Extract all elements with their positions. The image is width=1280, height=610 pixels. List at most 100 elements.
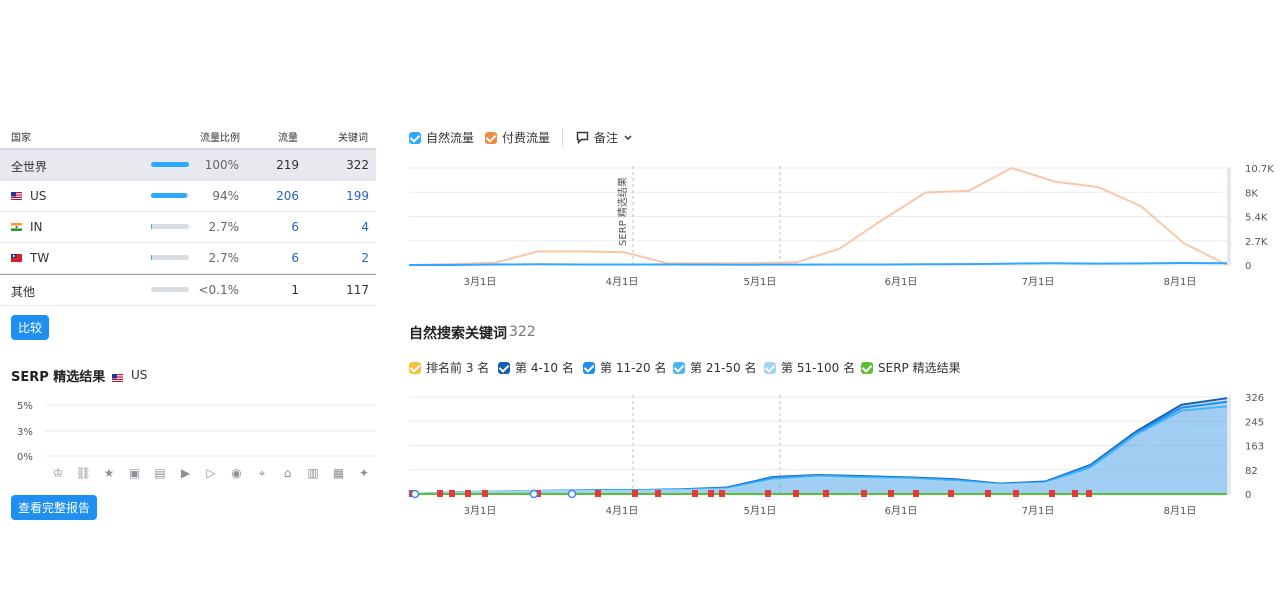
notes-dropdown[interactable]: 备注 <box>576 129 633 146</box>
table-row[interactable]: US 94% 206 199 <box>0 181 376 212</box>
compare-button[interactable]: 比较 <box>11 315 50 340</box>
country-label: IN <box>30 220 43 234</box>
table-row[interactable]: TW 2.7% 6 2 <box>0 243 376 274</box>
legend-paid[interactable]: 付费流量 <box>485 129 550 146</box>
kw-legend-label: 第 51-100 名 <box>781 361 856 375</box>
google-update-flag-icon[interactable] <box>595 490 601 497</box>
google-icon[interactable] <box>529 489 539 499</box>
share-bar <box>151 287 189 292</box>
x-tick-label: 4月1日 <box>606 505 639 517</box>
star-icon[interactable]: ★ <box>101 466 117 480</box>
kw-legend-item[interactable]: SERP 精选结果 <box>861 359 961 376</box>
serp-annotation: SERP 精选结果 <box>616 177 629 246</box>
share-bar-fill <box>151 224 153 229</box>
country-name[interactable]: IN <box>11 220 43 234</box>
kw-legend-item[interactable]: 第 4-10 名 <box>498 359 574 376</box>
table-row[interactable]: 全世界 100% 219 322 <box>0 150 376 181</box>
google-update-flag-icon[interactable] <box>632 490 638 497</box>
serp-ytick-0: 0% <box>17 452 33 463</box>
share-value: 2.7% <box>208 251 240 265</box>
serp-ytick-5: 5% <box>17 401 33 412</box>
checkbox-icon <box>409 131 421 144</box>
play-icon[interactable]: ◉ <box>229 466 245 480</box>
google-update-flag-icon[interactable] <box>823 490 829 497</box>
google-update-flag-icon[interactable] <box>1013 490 1019 497</box>
country-name: 其他 <box>11 283 35 300</box>
google-update-flag-icon[interactable] <box>1072 490 1078 497</box>
google-update-flag-icon[interactable] <box>692 490 698 497</box>
google-update-flag-icon[interactable] <box>708 490 714 497</box>
google-update-flag-icon[interactable] <box>437 490 443 497</box>
y-tick-label: 0 <box>1245 490 1251 501</box>
share-bar <box>151 224 189 229</box>
keywords-title: 自然搜索关键词 <box>409 326 507 342</box>
traffic-value[interactable]: 6 <box>291 220 299 234</box>
google-update-flag-icon[interactable] <box>449 490 455 497</box>
serp-country[interactable]: US <box>112 368 147 382</box>
keywords-value[interactable]: 199 <box>346 189 369 203</box>
header-country: 国家 <box>11 133 31 144</box>
x-tick-label: 7月1日 <box>1022 505 1055 517</box>
location-icon[interactable]: ⌖ <box>254 466 270 481</box>
traffic-value[interactable]: 6 <box>291 251 299 265</box>
crown-icon[interactable]: ♔ <box>50 466 66 480</box>
google-update-flag-icon[interactable] <box>482 490 488 497</box>
google-update-flag-icon[interactable] <box>1086 490 1092 497</box>
google-update-flag-icon[interactable] <box>655 490 661 497</box>
video-icon[interactable]: ▷ <box>203 466 219 480</box>
x-tick-label: 5月1日 <box>744 505 777 517</box>
country-label: TW <box>30 251 50 265</box>
x-tick-label: 6月1日 <box>885 505 918 517</box>
google-update-flag-icon[interactable] <box>861 490 867 497</box>
share-value: 100% <box>204 158 239 172</box>
google-icon[interactable] <box>410 489 420 499</box>
country-label: 全世界 <box>11 160 48 174</box>
twitter-icon[interactable]: ✦ <box>356 466 372 480</box>
google-update-flag-icon[interactable] <box>765 490 771 497</box>
share-value: 94% <box>212 189 239 203</box>
table-row[interactable]: 其他 <0.1% 1 117 <box>0 274 376 306</box>
kw-legend-item[interactable]: 第 51-100 名 <box>764 359 855 376</box>
video-play-icon[interactable]: ▶ <box>178 466 194 480</box>
briefcase-icon[interactable]: ▦ <box>331 466 347 480</box>
link-icon[interactable]: ⛓ <box>76 466 92 480</box>
google-update-flag-icon[interactable] <box>1049 490 1055 497</box>
table-row[interactable]: IN 2.7% 6 4 <box>0 212 376 243</box>
keywords-value: 322 <box>346 158 369 172</box>
country-name[interactable]: TW <box>11 251 49 265</box>
kw-legend-item[interactable]: 第 11-20 名 <box>583 359 667 376</box>
full-report-button[interactable]: 查看完整报告 <box>11 495 98 520</box>
google-update-flag-icon[interactable] <box>465 490 471 497</box>
google-update-flag-icon[interactable] <box>888 490 894 497</box>
scroll-handle[interactable] <box>1227 168 1231 265</box>
y-tick-label: 245 <box>1245 417 1264 428</box>
keywords-value[interactable]: 4 <box>361 220 369 234</box>
kw-legend-label: 第 21-50 名 <box>690 361 757 375</box>
country-name[interactable]: US <box>11 189 46 203</box>
graduation-cap-icon[interactable]: ⌂ <box>280 466 296 480</box>
traffic-value: 219 <box>276 158 299 172</box>
chevron-down-icon <box>624 134 632 140</box>
kw-legend-item[interactable]: 排名前 3 名 <box>409 359 489 376</box>
kw-legend-item[interactable]: 第 21-50 名 <box>673 359 757 376</box>
country-name: 全世界 <box>11 158 47 175</box>
google-icon[interactable] <box>567 489 577 499</box>
image-icon[interactable]: ▣ <box>127 466 143 480</box>
scroll-handle[interactable] <box>1227 397 1231 494</box>
traffic-value[interactable]: 206 <box>276 189 299 203</box>
google-update-flag-icon[interactable] <box>948 490 954 497</box>
google-update-flag-icon[interactable] <box>719 490 725 497</box>
google-update-flag-icon[interactable] <box>793 490 799 497</box>
table-header: 国家 流量比例 流量 关键词 <box>0 124 376 150</box>
x-tick-label: 8月1日 <box>1164 276 1197 288</box>
keywords-value[interactable]: 2 <box>361 251 369 265</box>
google-update-flag-icon[interactable] <box>985 490 991 497</box>
gallery-icon[interactable]: ▤ <box>152 466 168 480</box>
legend-organic[interactable]: 自然流量 <box>409 129 474 146</box>
us-flag-icon <box>11 189 22 200</box>
y-tick-label: 2.7K <box>1245 237 1268 248</box>
y-tick-label: 5.4K <box>1245 213 1268 224</box>
share-bar <box>151 255 189 260</box>
document-icon[interactable]: ▥ <box>305 466 321 480</box>
google-update-flag-icon[interactable] <box>913 490 919 497</box>
